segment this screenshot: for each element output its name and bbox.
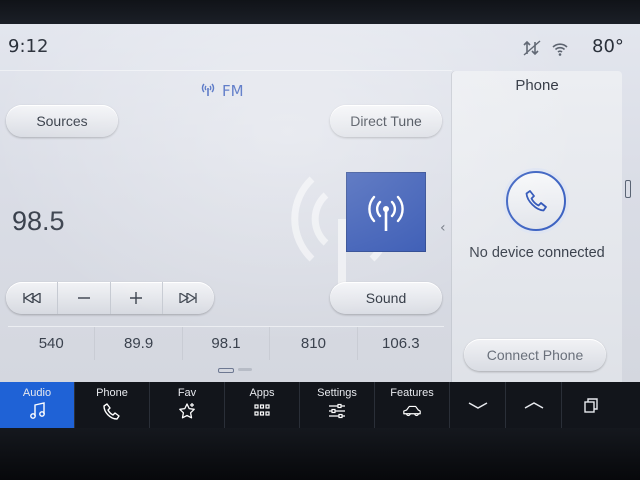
preset-4[interactable]: 810	[270, 327, 358, 360]
preset-1[interactable]: 540	[8, 327, 96, 360]
star-plus-icon	[179, 403, 195, 419]
band-label: FM	[222, 82, 244, 100]
preset-5[interactable]: 106.3	[358, 327, 444, 360]
nav-audio[interactable]: Audio	[0, 382, 75, 428]
tune-down-button[interactable]	[58, 282, 111, 314]
preset-bar: 540 89.9 98.1 810 106.3	[8, 326, 444, 360]
clock: 9:12	[8, 36, 49, 57]
nav-settings[interactable]: Settings	[300, 382, 375, 428]
sliders-icon	[329, 403, 345, 419]
nav-features-label: Features	[390, 387, 434, 399]
phone-panel: Phone No device connected Connect Phone	[452, 71, 622, 382]
nav-chevron-up[interactable]	[506, 382, 562, 428]
tuning-controls	[6, 282, 214, 314]
nav-settings-label: Settings	[317, 387, 357, 399]
header-divider	[0, 70, 452, 71]
connect-phone-button[interactable]: Connect Phone	[464, 339, 606, 371]
tune-up-button[interactable]	[111, 282, 163, 314]
nav-fav[interactable]: Fav	[150, 382, 225, 428]
page-dot-active	[218, 368, 234, 373]
plus-icon	[130, 292, 143, 304]
chevron-left-icon[interactable]: ‹	[440, 220, 446, 236]
bottom-nav-bar: Audio Phone Fav Apps Settings Features	[0, 382, 640, 428]
windows-icon	[584, 398, 598, 413]
station-frequency: 98.5	[12, 206, 65, 236]
page-dot	[238, 368, 252, 371]
nav-audio-label: Audio	[22, 387, 52, 399]
antenna-icon	[200, 82, 216, 100]
phone-status-text: No device connected	[469, 245, 605, 261]
station-art	[346, 172, 426, 252]
status-bar: 9:12 80°	[0, 24, 640, 70]
preset-2[interactable]: 89.9	[95, 327, 183, 360]
apps-grid-icon	[254, 404, 270, 416]
sound-button[interactable]: Sound	[330, 282, 442, 314]
minus-icon	[77, 297, 90, 299]
preset-3[interactable]: 98.1	[183, 327, 271, 360]
nav-windows[interactable]	[562, 382, 620, 428]
seek-forward-icon	[179, 293, 198, 303]
screen-bezel-bottom	[0, 428, 640, 480]
nav-features[interactable]: Features	[375, 382, 450, 428]
preset-page-indicator	[218, 368, 252, 373]
seek-back-icon	[22, 293, 41, 303]
nav-apps-label: Apps	[249, 387, 275, 399]
nav-chevron-down[interactable]	[450, 382, 506, 428]
phone-status-button[interactable]	[506, 171, 566, 231]
phone-icon	[525, 190, 547, 212]
chevron-down-icon	[468, 402, 487, 409]
chevron-up-icon	[524, 402, 543, 409]
direct-tune-button[interactable]: Direct Tune	[330, 105, 442, 137]
music-note-icon	[30, 402, 45, 419]
sources-button[interactable]: Sources	[6, 105, 118, 137]
phone-icon	[103, 403, 120, 420]
nav-apps[interactable]: Apps	[225, 382, 300, 428]
infotainment-screen: 9:12 80° FM Sources Direct Tune 98.5 ‹ S…	[0, 24, 640, 382]
car-icon	[403, 405, 421, 417]
phone-panel-title: Phone	[515, 77, 559, 94]
nav-fav-label: Fav	[177, 387, 197, 399]
panel-scrollbar-thumb[interactable]	[625, 180, 631, 198]
band-indicator: FM	[200, 80, 244, 102]
outside-temperature: 80°	[592, 36, 624, 57]
nav-phone[interactable]: Phone	[75, 382, 150, 428]
radio-antenna-icon	[368, 195, 404, 231]
nav-phone-label: Phone	[96, 387, 128, 399]
seek-back-button[interactable]	[6, 282, 59, 314]
screen-bezel-top	[0, 0, 640, 24]
seek-forward-button[interactable]	[163, 282, 214, 314]
wifi-hotspot-icon	[550, 39, 570, 57]
no-signal-icon	[522, 39, 542, 57]
